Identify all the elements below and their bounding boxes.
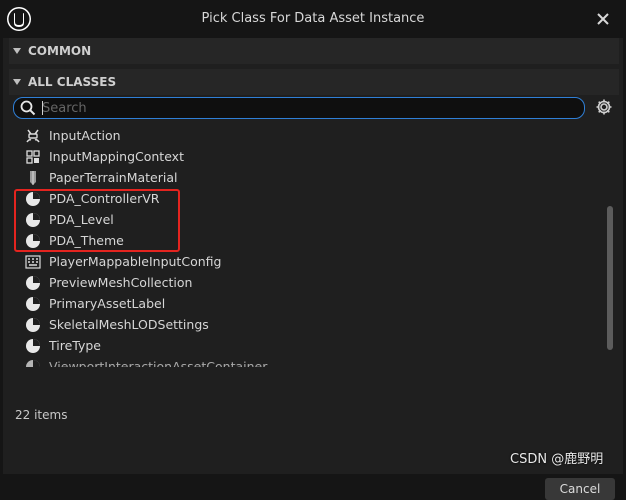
search-icon	[20, 100, 36, 116]
list-item-label: PaperTerrainMaterial	[49, 170, 178, 185]
data-asset-icon	[26, 338, 40, 353]
dialog-body: COMMON ALL CLASSES Search InputAction In…	[3, 38, 623, 500]
list-item-label: PreviewMeshCollection	[49, 275, 193, 290]
section-common-label: COMMON	[28, 44, 92, 58]
watermark: CSDN @鹿野明	[510, 452, 604, 467]
list-item[interactable]: PlayerMappableInputConfig	[13, 251, 603, 272]
scrollbar-thumb[interactable]	[607, 206, 613, 350]
list-item[interactable]: InputMappingContext	[13, 146, 603, 167]
list-item-label: PlayerMappableInputConfig	[49, 254, 222, 269]
title-bar: Pick Class For Data Asset Instance	[0, 0, 626, 38]
close-icon	[597, 13, 609, 25]
list-item[interactable]: ViewportInteractionAssetContainer	[13, 356, 603, 367]
list-item-label: PDA_Level	[49, 212, 114, 227]
cancel-button[interactable]: Cancel	[545, 478, 615, 500]
data-asset-icon	[26, 191, 40, 206]
input-config-icon	[25, 254, 41, 269]
data-asset-icon	[26, 296, 40, 311]
list-item-label: ViewportInteractionAssetContainer	[49, 359, 268, 367]
data-asset-icon	[26, 359, 40, 367]
list-item[interactable]: PDA_Level	[13, 209, 603, 230]
section-all-classes-label: ALL CLASSES	[28, 75, 117, 89]
list-item[interactable]: SkeletalMeshLODSettings	[13, 314, 603, 335]
list-scrollbar[interactable]	[607, 126, 613, 366]
item-count: 22 items	[15, 408, 68, 422]
data-asset-icon	[26, 212, 40, 227]
list-item[interactable]: PaperTerrainMaterial	[13, 167, 603, 188]
list-item-label: PrimaryAssetLabel	[49, 296, 166, 311]
list-item[interactable]: PDA_ControllerVR	[13, 188, 603, 209]
input-action-icon	[26, 129, 40, 142]
list-item-label: TireType	[49, 338, 101, 353]
data-asset-icon	[26, 275, 40, 290]
list-item-label: PDA_ControllerVR	[49, 191, 160, 206]
collapse-arrow-icon	[13, 48, 21, 54]
list-item[interactable]: TireType	[13, 335, 603, 356]
text-caret	[42, 101, 43, 115]
list-item[interactable]: InputAction	[13, 125, 603, 146]
list-item[interactable]: PreviewMeshCollection	[13, 272, 603, 293]
gear-icon[interactable]	[595, 98, 613, 116]
section-common-header[interactable]: COMMON	[9, 38, 619, 64]
search-input[interactable]	[42, 99, 572, 117]
paper-terrain-icon	[30, 170, 36, 185]
list-item[interactable]: PDA_Theme	[13, 230, 603, 251]
input-mapping-icon	[26, 149, 40, 164]
list-item[interactable]: PrimaryAssetLabel	[13, 293, 603, 314]
search-row	[13, 97, 615, 121]
list-item-label: InputAction	[49, 128, 121, 143]
class-list: InputAction InputMappingContext PaperTer…	[13, 123, 609, 367]
section-all-classes-header[interactable]: ALL CLASSES	[9, 69, 619, 95]
search-box[interactable]	[13, 97, 585, 119]
list-item-label: InputMappingContext	[49, 149, 184, 164]
data-asset-icon	[26, 233, 40, 248]
collapse-arrow-icon	[13, 79, 21, 85]
list-item-label: PDA_Theme	[49, 233, 124, 248]
list-item-label: SkeletalMeshLODSettings	[49, 317, 209, 332]
data-asset-icon	[26, 317, 40, 332]
close-button[interactable]	[592, 8, 614, 30]
dialog-title: Pick Class For Data Asset Instance	[201, 11, 425, 26]
